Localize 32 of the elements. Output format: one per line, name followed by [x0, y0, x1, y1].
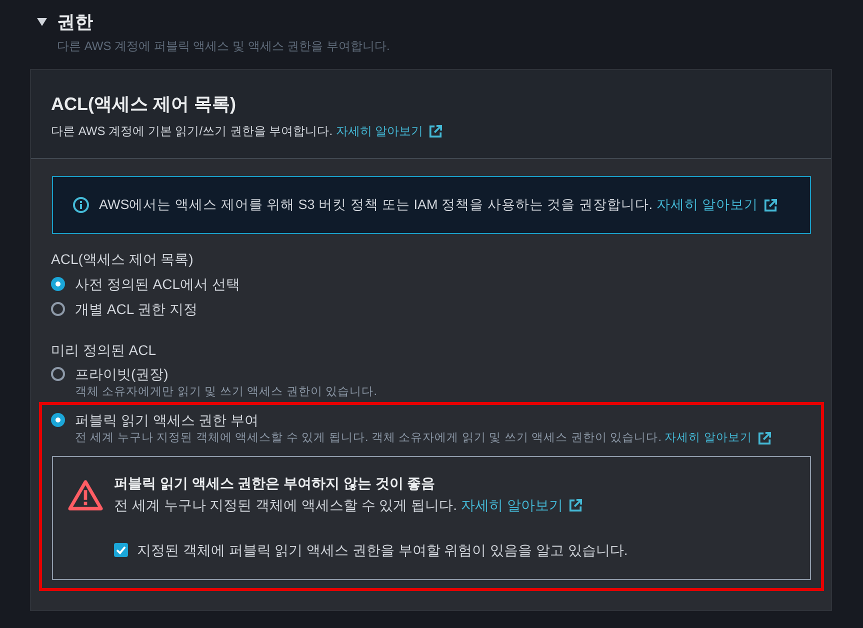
- field-label: 미리 정의된 ACL: [51, 341, 158, 360]
- learn-more-link[interactable]: 자세히 알아보기: [656, 195, 778, 215]
- info-icon: [73, 197, 89, 213]
- external-link-icon: [764, 198, 778, 212]
- radio-button[interactable]: [51, 277, 65, 291]
- external-link-icon: [758, 432, 771, 444]
- checkbox[interactable]: [114, 543, 128, 557]
- checkbox-label[interactable]: 지정된 객체에 퍼블릭 읽기 액세스 권한을 부여할 위험이 있음을 알고 있습니다.: [137, 540, 628, 560]
- external-link-icon: [568, 498, 582, 512]
- option-label[interactable]: 퍼블릭 읽기 액세스 권한 부여: [75, 410, 259, 430]
- field-label: ACL(액세스 제어 목록): [51, 250, 194, 269]
- alert-text: AWS에서는 액세스 제어를 위해 S3 버킷 정책 또는 IAM 정책을 사용하는 것을 권장합니다. 자세히 알아보기: [99, 195, 778, 215]
- option-description: 객체 소유자에게만 읽기 및 쓰기 액세스 권한이 있습니다.: [74, 384, 378, 400]
- learn-more-link[interactable]: 자세히 알아보기: [460, 495, 582, 515]
- radio-button[interactable]: [51, 367, 65, 381]
- radio-button[interactable]: [51, 413, 65, 427]
- panel-description: 다른 AWS 계정에 기본 읽기/쓰기 권한을 부여합니다. 자세히 알아보기: [51, 122, 811, 140]
- warning-icon: [68, 479, 103, 511]
- section-title: 권한: [57, 11, 93, 34]
- warning-text: 전 세계 누구나 지정된 객체에 액세스할 수 있게 됩니다. 자세히 알아보기: [114, 495, 582, 515]
- learn-more-link[interactable]: 자세히 알아보기: [336, 122, 442, 140]
- radio-button[interactable]: [51, 302, 65, 316]
- option-description: 전 세계 누구나 지정된 객체에 액세스할 수 있게 됩니다. 객체 소유자에게 읽기 및 쓰기 액세스 권한이 있습니다. 자세히 알아보기: [51, 430, 811, 446]
- caret-icon[interactable]: [37, 18, 47, 26]
- warning-title: 퍼블릭 읽기 액세스 권한은 부여하지 않는 것이 좋음: [114, 474, 436, 493]
- section-description: 다른 AWS 계정에 퍼블릭 액세스 및 액세스 권한을 부여합니다.: [56, 38, 391, 54]
- option-label[interactable]: 사전 정의된 ACL에서 선택: [75, 274, 240, 294]
- learn-more-link[interactable]: 자세히 알아보기: [664, 430, 771, 446]
- panel-title: ACL(액세스 제어 목록): [51, 93, 237, 116]
- external-link-icon: [429, 124, 442, 138]
- option-label[interactable]: 프라이빗(권장): [75, 364, 168, 384]
- option-label[interactable]: 개별 ACL 권한 지정: [75, 299, 198, 319]
